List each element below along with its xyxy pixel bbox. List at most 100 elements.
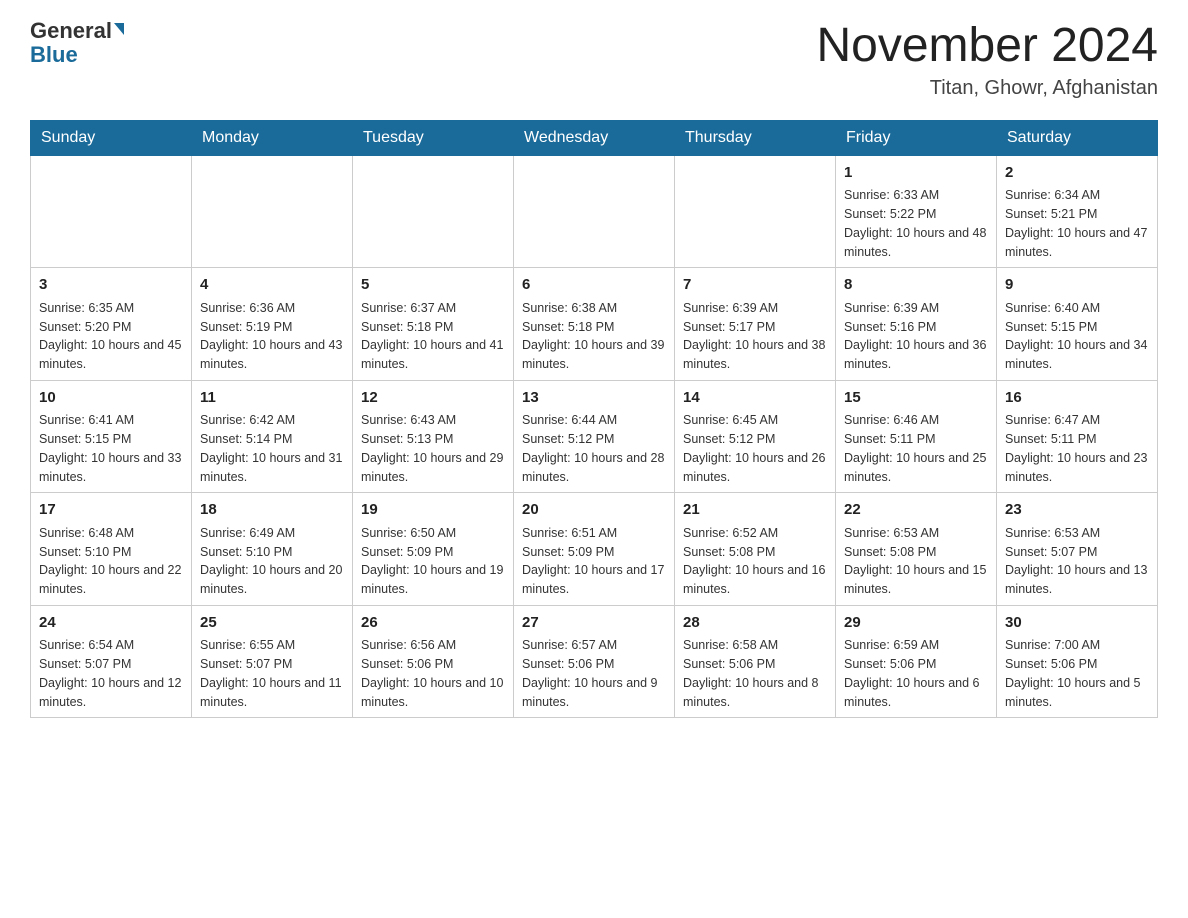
day-number: 29 — [844, 612, 988, 635]
calendar-cell: 3Sunrise: 6:35 AMSunset: 5:20 PMDaylight… — [31, 268, 192, 381]
calendar-header-row: SundayMondayTuesdayWednesdayThursdayFrid… — [31, 120, 1158, 155]
day-number: 25 — [200, 612, 344, 635]
calendar-cell: 10Sunrise: 6:41 AMSunset: 5:15 PMDayligh… — [31, 380, 192, 493]
day-info: Sunrise: 6:37 AMSunset: 5:18 PMDaylight:… — [361, 299, 505, 374]
day-number: 17 — [39, 499, 183, 522]
day-info: Sunrise: 6:39 AMSunset: 5:17 PMDaylight:… — [683, 299, 827, 374]
day-info: Sunrise: 6:57 AMSunset: 5:06 PMDaylight:… — [522, 636, 666, 711]
day-info: Sunrise: 6:54 AMSunset: 5:07 PMDaylight:… — [39, 636, 183, 711]
calendar-week-row: 17Sunrise: 6:48 AMSunset: 5:10 PMDayligh… — [31, 493, 1158, 606]
calendar-cell: 20Sunrise: 6:51 AMSunset: 5:09 PMDayligh… — [514, 493, 675, 606]
calendar-day-header: Sunday — [31, 120, 192, 155]
day-info: Sunrise: 6:53 AMSunset: 5:08 PMDaylight:… — [844, 524, 988, 599]
day-number: 21 — [683, 499, 827, 522]
day-info: Sunrise: 6:58 AMSunset: 5:06 PMDaylight:… — [683, 636, 827, 711]
day-number: 14 — [683, 387, 827, 410]
calendar-cell: 12Sunrise: 6:43 AMSunset: 5:13 PMDayligh… — [353, 380, 514, 493]
day-number: 19 — [361, 499, 505, 522]
day-number: 26 — [361, 612, 505, 635]
logo: General Blue — [30, 20, 124, 68]
day-info: Sunrise: 6:48 AMSunset: 5:10 PMDaylight:… — [39, 524, 183, 599]
calendar-cell: 29Sunrise: 6:59 AMSunset: 5:06 PMDayligh… — [836, 605, 997, 718]
day-number: 15 — [844, 387, 988, 410]
day-info: Sunrise: 6:40 AMSunset: 5:15 PMDaylight:… — [1005, 299, 1149, 374]
calendar-cell — [353, 155, 514, 268]
calendar-cell: 4Sunrise: 6:36 AMSunset: 5:19 PMDaylight… — [192, 268, 353, 381]
day-number: 23 — [1005, 499, 1149, 522]
day-number: 10 — [39, 387, 183, 410]
calendar-cell: 1Sunrise: 6:33 AMSunset: 5:22 PMDaylight… — [836, 155, 997, 268]
calendar-cell: 17Sunrise: 6:48 AMSunset: 5:10 PMDayligh… — [31, 493, 192, 606]
calendar-cell: 28Sunrise: 6:58 AMSunset: 5:06 PMDayligh… — [675, 605, 836, 718]
calendar-day-header: Tuesday — [353, 120, 514, 155]
title-block: November 2024 Titan, Ghowr, Afghanistan — [816, 20, 1158, 100]
calendar-cell: 26Sunrise: 6:56 AMSunset: 5:06 PMDayligh… — [353, 605, 514, 718]
day-info: Sunrise: 6:47 AMSunset: 5:11 PMDaylight:… — [1005, 411, 1149, 486]
logo-general-text: General — [30, 20, 112, 42]
day-number: 22 — [844, 499, 988, 522]
day-info: Sunrise: 6:53 AMSunset: 5:07 PMDaylight:… — [1005, 524, 1149, 599]
day-number: 9 — [1005, 274, 1149, 297]
calendar-day-header: Saturday — [997, 120, 1158, 155]
calendar-cell: 7Sunrise: 6:39 AMSunset: 5:17 PMDaylight… — [675, 268, 836, 381]
page-header: General Blue November 2024 Titan, Ghowr,… — [30, 20, 1158, 100]
logo-arrow-icon — [114, 23, 124, 35]
calendar-week-row: 1Sunrise: 6:33 AMSunset: 5:22 PMDaylight… — [31, 155, 1158, 268]
day-info: Sunrise: 6:33 AMSunset: 5:22 PMDaylight:… — [844, 186, 988, 261]
day-number: 27 — [522, 612, 666, 635]
calendar-cell — [31, 155, 192, 268]
calendar-cell: 6Sunrise: 6:38 AMSunset: 5:18 PMDaylight… — [514, 268, 675, 381]
calendar-cell: 8Sunrise: 6:39 AMSunset: 5:16 PMDaylight… — [836, 268, 997, 381]
day-info: Sunrise: 6:51 AMSunset: 5:09 PMDaylight:… — [522, 524, 666, 599]
calendar-cell: 25Sunrise: 6:55 AMSunset: 5:07 PMDayligh… — [192, 605, 353, 718]
calendar-cell: 27Sunrise: 6:57 AMSunset: 5:06 PMDayligh… — [514, 605, 675, 718]
calendar-day-header: Wednesday — [514, 120, 675, 155]
calendar-cell: 11Sunrise: 6:42 AMSunset: 5:14 PMDayligh… — [192, 380, 353, 493]
calendar-cell: 23Sunrise: 6:53 AMSunset: 5:07 PMDayligh… — [997, 493, 1158, 606]
day-info: Sunrise: 6:38 AMSunset: 5:18 PMDaylight:… — [522, 299, 666, 374]
day-number: 13 — [522, 387, 666, 410]
day-number: 2 — [1005, 162, 1149, 185]
day-number: 8 — [844, 274, 988, 297]
day-info: Sunrise: 6:42 AMSunset: 5:14 PMDaylight:… — [200, 411, 344, 486]
day-number: 30 — [1005, 612, 1149, 635]
calendar-cell: 13Sunrise: 6:44 AMSunset: 5:12 PMDayligh… — [514, 380, 675, 493]
calendar-title: November 2024 — [816, 20, 1158, 73]
calendar-day-header: Thursday — [675, 120, 836, 155]
calendar-cell: 15Sunrise: 6:46 AMSunset: 5:11 PMDayligh… — [836, 380, 997, 493]
day-info: Sunrise: 6:46 AMSunset: 5:11 PMDaylight:… — [844, 411, 988, 486]
calendar-cell: 22Sunrise: 6:53 AMSunset: 5:08 PMDayligh… — [836, 493, 997, 606]
day-info: Sunrise: 6:52 AMSunset: 5:08 PMDaylight:… — [683, 524, 827, 599]
day-info: Sunrise: 7:00 AMSunset: 5:06 PMDaylight:… — [1005, 636, 1149, 711]
day-number: 28 — [683, 612, 827, 635]
calendar-subtitle: Titan, Ghowr, Afghanistan — [816, 77, 1158, 100]
day-number: 6 — [522, 274, 666, 297]
logo-blue-text: Blue — [30, 42, 78, 68]
calendar-week-row: 3Sunrise: 6:35 AMSunset: 5:20 PMDaylight… — [31, 268, 1158, 381]
day-info: Sunrise: 6:56 AMSunset: 5:06 PMDaylight:… — [361, 636, 505, 711]
calendar-week-row: 24Sunrise: 6:54 AMSunset: 5:07 PMDayligh… — [31, 605, 1158, 718]
day-info: Sunrise: 6:35 AMSunset: 5:20 PMDaylight:… — [39, 299, 183, 374]
day-number: 16 — [1005, 387, 1149, 410]
calendar-cell — [514, 155, 675, 268]
calendar-cell: 30Sunrise: 7:00 AMSunset: 5:06 PMDayligh… — [997, 605, 1158, 718]
calendar-cell — [192, 155, 353, 268]
calendar-cell: 21Sunrise: 6:52 AMSunset: 5:08 PMDayligh… — [675, 493, 836, 606]
day-number: 3 — [39, 274, 183, 297]
day-info: Sunrise: 6:44 AMSunset: 5:12 PMDaylight:… — [522, 411, 666, 486]
day-number: 11 — [200, 387, 344, 410]
day-number: 20 — [522, 499, 666, 522]
calendar-cell: 9Sunrise: 6:40 AMSunset: 5:15 PMDaylight… — [997, 268, 1158, 381]
day-info: Sunrise: 6:50 AMSunset: 5:09 PMDaylight:… — [361, 524, 505, 599]
day-number: 24 — [39, 612, 183, 635]
calendar-cell: 18Sunrise: 6:49 AMSunset: 5:10 PMDayligh… — [192, 493, 353, 606]
day-info: Sunrise: 6:59 AMSunset: 5:06 PMDaylight:… — [844, 636, 988, 711]
calendar-cell — [675, 155, 836, 268]
day-info: Sunrise: 6:45 AMSunset: 5:12 PMDaylight:… — [683, 411, 827, 486]
day-number: 7 — [683, 274, 827, 297]
day-number: 18 — [200, 499, 344, 522]
calendar-table: SundayMondayTuesdayWednesdayThursdayFrid… — [30, 120, 1158, 719]
calendar-day-header: Monday — [192, 120, 353, 155]
day-info: Sunrise: 6:41 AMSunset: 5:15 PMDaylight:… — [39, 411, 183, 486]
calendar-cell: 19Sunrise: 6:50 AMSunset: 5:09 PMDayligh… — [353, 493, 514, 606]
